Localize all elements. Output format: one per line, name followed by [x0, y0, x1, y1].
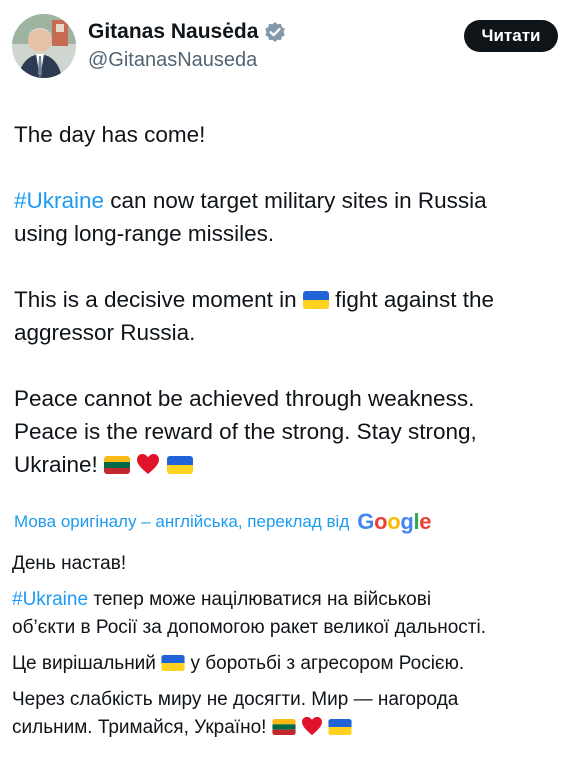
translation-text-segment: День настав! [12, 553, 127, 574]
read-button[interactable]: Читати [464, 20, 558, 52]
tweet-line: Ukraine! [14, 448, 562, 481]
translation-line: сильним. Тримайся, Україно! [12, 714, 566, 742]
tweet-line: aggressor Russia. [14, 316, 562, 349]
tweet-text-segment: can now target military sites in Russia [104, 188, 487, 213]
red-heart-icon [301, 716, 323, 736]
tweet-line-text: The day has come! [14, 122, 206, 147]
avatar[interactable] [12, 14, 76, 78]
lithuania-flag-icon [104, 456, 131, 474]
translation-paragraph: #Ukraine тепер може націлюватися на війс… [12, 586, 566, 614]
translation-paragraph: Це вирішальний у боротьбі з агресором Ро… [12, 650, 566, 678]
tweet-line: Peace is the reward of the strong. Stay … [14, 415, 562, 448]
tweet-text-segment: This is a decisive moment in [14, 287, 303, 312]
translation-note-text: Мова оригіналу – англійська, переклад ві… [14, 512, 350, 531]
google-logo: Google [357, 509, 431, 535]
tweet-text-segment: using long-range missiles. [14, 221, 275, 246]
red-heart-icon [136, 453, 160, 475]
display-name[interactable]: Gitanas Nausėda [88, 20, 258, 44]
translation-text-segment: Через слабкість миру не досягти. Мир — н… [12, 689, 459, 710]
tweet-header: Gitanas Nausėda @GitanasNauseda Читати [12, 14, 558, 80]
tweet-text-segment: Ukraine! [14, 452, 105, 477]
translation-text-segment: у боротьбі з агресором Росією. [185, 653, 465, 674]
ukraine-flag-icon [166, 456, 193, 474]
translation-text-segment: сильним. Тримайся, Україно! [12, 717, 272, 738]
tweet-text-segment: fight against the [328, 287, 494, 312]
ukraine-flag-icon [302, 291, 329, 309]
translation-line: об’єкти в Росії за допомогою ракет велик… [12, 614, 566, 642]
translated-text: День настав! #Ukraine тепер може націлюв… [12, 550, 566, 742]
translation-line: День настав! [12, 550, 566, 578]
tweet-paragraph: This is a decisive moment in fight again… [14, 283, 562, 316]
translation-text-segment: об’єкти в Росії за допомогою ракет велик… [12, 617, 486, 638]
translation-text-segment: тепер може націлюватися на військові [88, 589, 432, 610]
google-logo-letter: G [357, 509, 375, 534]
ukraine-flag-icon [161, 655, 185, 671]
author-info: Gitanas Nausėda @GitanasNauseda [88, 18, 286, 72]
tweet-line: The day has come! [14, 118, 562, 151]
verified-badge-icon [264, 21, 286, 43]
tweet-text-segment: aggressor Russia. [14, 320, 196, 345]
translation-text-segment: Це вирішальний [12, 653, 162, 674]
user-handle[interactable]: @GitanasNauseda [88, 49, 286, 72]
tweet-text-segment: Peace cannot be achieved through weaknes… [14, 386, 475, 411]
tweet-line: Peace cannot be achieved through weaknes… [14, 382, 562, 415]
hashtag-link[interactable]: #Ukraine [14, 188, 104, 213]
tweet-line: using long-range missiles. [14, 217, 562, 250]
hashtag-link[interactable]: #Ukraine [12, 589, 88, 610]
google-logo-letter: e [419, 509, 432, 534]
tweet-text-segment: Peace is the reward of the strong. Stay … [14, 419, 477, 444]
lithuania-flag-icon [272, 719, 296, 735]
translation-note-link[interactable]: Мова оригіналу – англійська, переклад ві… [14, 506, 432, 538]
google-logo-letter: o [387, 509, 401, 534]
tweet-text: The day has come! #Ukraine can now targe… [14, 118, 562, 481]
ukraine-flag-icon [328, 719, 352, 735]
tweet-paragraph: #Ukraine can now target military sites i… [14, 184, 562, 217]
google-logo-letter: o [374, 509, 388, 534]
google-logo-letter: g [400, 509, 414, 534]
translation-line: Через слабкість миру не досягти. Мир — н… [12, 686, 566, 714]
